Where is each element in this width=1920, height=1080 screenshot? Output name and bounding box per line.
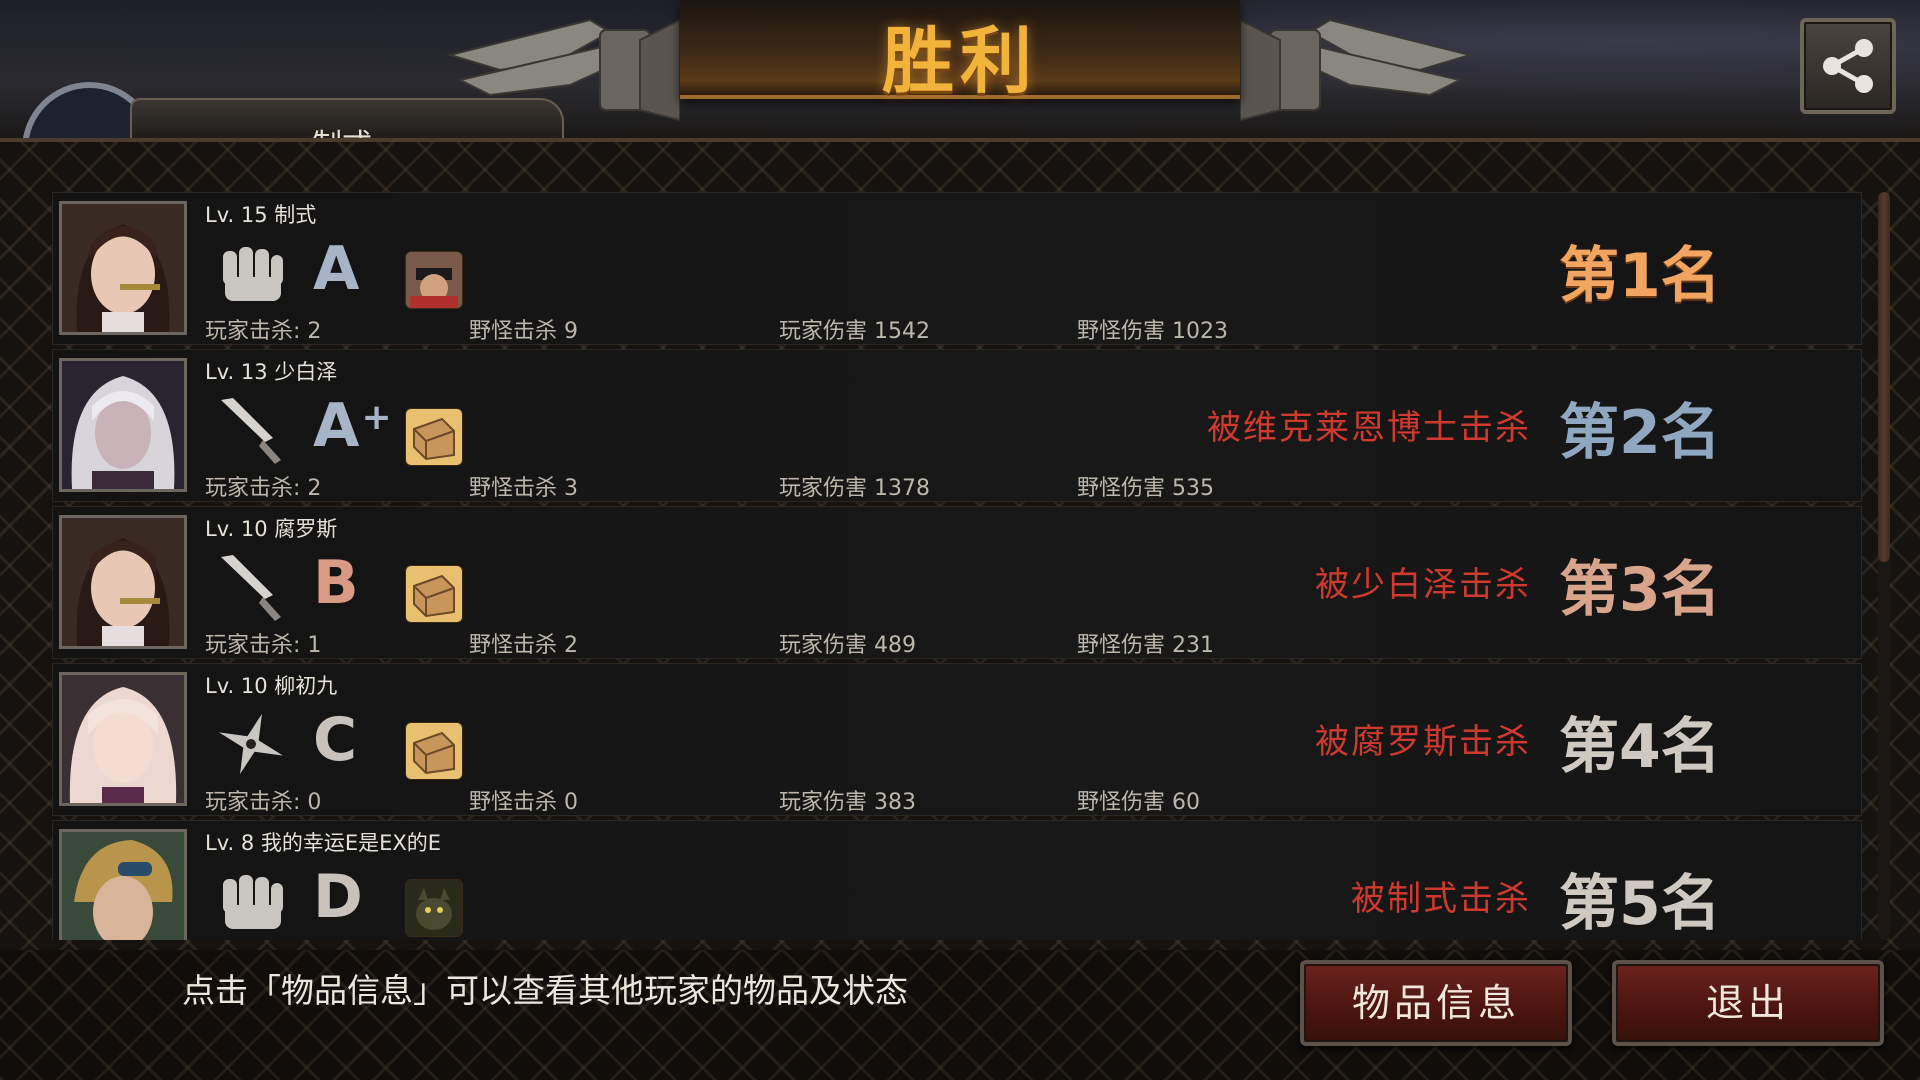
- player-damage-stat: 玩家伤害 1542: [779, 319, 930, 344]
- level-name-label: Lv. 10 柳初九: [205, 674, 338, 698]
- player-row[interactable]: Lv. 13 少白泽 A+ 玩家击杀: 2 野怪击杀 3 玩家伤害 1378 野…: [52, 349, 1862, 502]
- rank-label: 第4名: [1559, 712, 1721, 782]
- killed-by-text: 被少白泽击杀: [1315, 565, 1531, 605]
- scrollbar[interactable]: [1878, 192, 1890, 940]
- player-row[interactable]: Lv. 10 柳初九 C 玩家击杀: 0 野怪击杀 0 玩家伤害 383 野怪伤…: [52, 663, 1862, 816]
- item-info-button-label: 物品信息: [1351, 981, 1520, 1025]
- monster-kills-stat: 野怪击杀 9: [469, 319, 578, 344]
- avatar: [59, 515, 187, 649]
- killed-by-text: 被腐罗斯击杀: [1315, 722, 1531, 762]
- grade-badge: D: [313, 862, 363, 932]
- player-row[interactable]: Lv. 10 腐罗斯 B 玩家击杀: 1 野怪击杀 2 玩家伤害 489 野怪伤…: [52, 506, 1862, 659]
- shuriken-icon: [219, 713, 283, 775]
- monster-damage-stat: 野怪伤害 60: [1077, 790, 1200, 815]
- player-results-list[interactable]: Lv. 15 制式 A 玩家击杀: 2 野怪击杀 9 玩家伤害 1542 野怪伤…: [52, 192, 1870, 940]
- monster-damage-stat: 野怪伤害 1023: [1077, 319, 1228, 344]
- share-icon: [1823, 39, 1873, 93]
- bread-icon[interactable]: [405, 565, 463, 623]
- avatar: [59, 358, 187, 492]
- binoculars-soldier-icon[interactable]: [405, 251, 463, 309]
- victory-title: 胜利: [881, 19, 1038, 103]
- crossed-revolvers-icon: [1240, 18, 1474, 122]
- fist-icon: [223, 875, 283, 929]
- scroll-thumb[interactable]: [1878, 192, 1890, 562]
- creature-icon[interactable]: [405, 879, 463, 937]
- bread-icon[interactable]: [405, 722, 463, 780]
- player-damage-stat: 玩家伤害 383: [779, 790, 916, 815]
- player-kills-stat: 玩家击杀: 1: [205, 633, 322, 658]
- monster-kills-stat: 野怪击杀 0: [469, 790, 578, 815]
- avatar: [59, 201, 187, 335]
- grade-badge: B: [313, 548, 359, 618]
- share-button[interactable]: [1800, 18, 1896, 114]
- grade-badge: A+: [313, 391, 392, 461]
- bottom-bar: 点击「物品信息」可以查看其他玩家的物品及状态 物品信息 退出: [0, 950, 1920, 1080]
- monster-damage-stat: 野怪伤害 231: [1077, 633, 1214, 658]
- title-plate: 胜利: [680, 0, 1240, 103]
- grade-badge: C: [313, 705, 358, 775]
- hint-text: 点击「物品信息」可以查看其他玩家的物品及状态: [182, 971, 908, 1010]
- player-row[interactable]: Lv. 15 制式 A 玩家击杀: 2 野怪击杀 9 玩家伤害 1542 野怪伤…: [52, 192, 1862, 345]
- knife-icon: [221, 398, 281, 464]
- level-name-label: Lv. 13 少白泽: [205, 360, 338, 384]
- level-name-label: Lv. 8 我的幸运E是EX的E: [205, 831, 442, 855]
- rank-label: 第5名: [1559, 869, 1721, 939]
- rank-label: 第2名: [1559, 398, 1721, 468]
- player-kills-stat: 玩家击杀: 0: [205, 790, 322, 815]
- avatar: [59, 672, 187, 806]
- exit-button[interactable]: 退出: [1612, 960, 1884, 1046]
- exit-button-label: 退出: [1705, 981, 1790, 1025]
- rank-label: 第3名: [1559, 555, 1721, 625]
- player-row[interactable]: Lv. 8 我的幸运E是EX的E D 被制式击杀 第5名: [52, 820, 1862, 940]
- player-kills-stat: 玩家击杀: 2: [205, 476, 322, 501]
- knife-icon: [221, 555, 281, 621]
- player-damage-stat: 玩家伤害 489: [779, 633, 916, 658]
- level-name-label: Lv. 15 制式: [205, 203, 317, 227]
- monster-kills-stat: 野怪击杀 3: [469, 476, 578, 501]
- item-info-button[interactable]: 物品信息: [1300, 960, 1572, 1046]
- killed-by-text: 被维克莱恩博士击杀: [1207, 408, 1531, 448]
- rank-label: 第1名: [1559, 241, 1721, 311]
- fist-icon: [223, 247, 283, 301]
- monster-kills-stat: 野怪击杀 2: [469, 633, 578, 658]
- crossed-revolvers-icon: [446, 18, 680, 122]
- player-kills-stat: 玩家击杀: 2: [205, 319, 322, 344]
- monster-damage-stat: 野怪伤害 535: [1077, 476, 1214, 501]
- killed-by-text: 被制式击杀: [1351, 879, 1531, 919]
- player-damage-stat: 玩家伤害 1378: [779, 476, 930, 501]
- grade-badge: A: [313, 234, 360, 304]
- avatar: [59, 829, 187, 940]
- bread-icon[interactable]: [405, 408, 463, 466]
- level-name-label: Lv. 10 腐罗斯: [205, 517, 338, 541]
